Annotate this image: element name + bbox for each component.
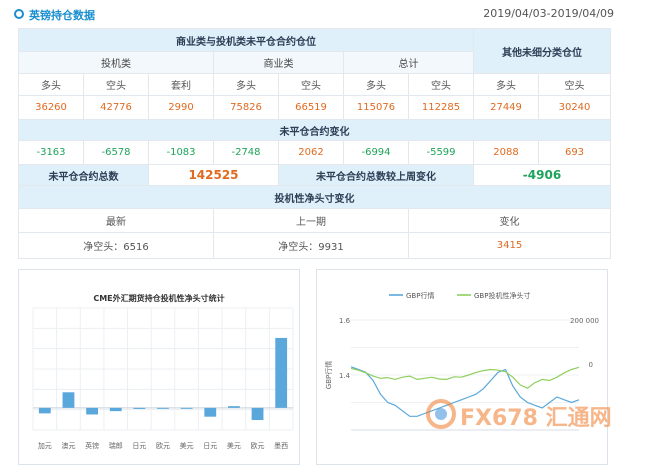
change-value: 3415: [408, 232, 611, 259]
change-value: -6578: [83, 140, 149, 165]
oi-total-value: 142525: [148, 164, 279, 186]
x-tick-label: 日元: [203, 442, 217, 450]
change-value: -2748: [213, 140, 279, 165]
position-value: 112285: [408, 95, 474, 120]
chart-bar: [109, 407, 122, 412]
change-value: -6994: [343, 140, 409, 165]
x-tick-label: 欧元: [156, 441, 170, 450]
x-tick-label: 澳元: [61, 441, 75, 450]
page-header: 英镑持仓数据 2019/04/03-2019/04/09: [14, 6, 614, 24]
position-value: 66519: [278, 95, 344, 120]
series-line: [350, 366, 580, 389]
col-short: 空头: [538, 73, 611, 96]
oi-change-value: -4906: [473, 164, 611, 186]
previous-label: 上一期: [213, 208, 409, 233]
change-value: -1083: [148, 140, 214, 165]
col-short: 空头: [83, 73, 149, 96]
change-header: 未平仓合约变化: [18, 119, 611, 141]
net-position-bar-chart: 加元 澳元 英镑 瑞郎 日元 欧元 美元 日元 美元 欧元 墨西: [32, 307, 294, 450]
gbp-line-chart: GBP行情 GBP投机性净头寸 1.6 1.4 200 000 0 GBP行情: [324, 291, 599, 431]
col-short: 空头: [408, 73, 474, 96]
total-header: 总计: [343, 51, 474, 74]
col-long: 多头: [343, 73, 409, 96]
col-arbitrage: 套利: [148, 73, 214, 96]
change-value: 693: [538, 140, 611, 165]
series-line: [350, 366, 580, 417]
legend-label: GBP行情: [406, 291, 434, 300]
gbp-line-chart-panel: GBP行情 GBP投机性净头寸 1.6 1.4 200 000 0 GBP行情: [316, 269, 608, 465]
chart-bar: [228, 406, 240, 408]
left-tick-label: 1.4: [339, 372, 351, 380]
right-tick-label: 200 000: [570, 317, 599, 325]
page: 英镑持仓数据 2019/04/03-2019/04/09 商业类与投机类未平仓合…: [0, 0, 645, 474]
previous-value: 净空头：9931: [213, 232, 409, 259]
page-title: 英镑持仓数据: [29, 9, 95, 22]
position-value: 36260: [18, 95, 84, 120]
change-value: -3163: [18, 140, 84, 165]
col-long: 多头: [473, 73, 539, 96]
right-tick-label: 0: [589, 361, 593, 369]
x-tick-label: 英镑: [85, 441, 99, 450]
net-position-header: 投机性净头寸变化: [18, 185, 611, 209]
latest-value: 净空头：6516: [18, 232, 214, 259]
left-tick-label: 1.6: [339, 317, 351, 325]
chart-bar: [86, 407, 98, 415]
chart-bar: [251, 407, 264, 421]
col-short: 空头: [278, 73, 344, 96]
legend-label: GBP投机性净头寸: [474, 291, 530, 300]
positions-table: 商业类与投机类未平仓合约仓位 其他未细分类仓位 投机类 商业类 总计 多头 空头…: [18, 28, 611, 259]
other-header: 其他未细分类仓位: [473, 28, 611, 74]
x-tick-label: 墨西: [274, 442, 288, 450]
chart-bar: [38, 407, 51, 414]
speculative-header: 投机类: [18, 51, 214, 74]
x-tick-label: 加元: [38, 441, 52, 450]
col-long: 多头: [18, 73, 84, 96]
chart-bar: [180, 407, 193, 409]
chart-bar: [133, 407, 146, 409]
commercial-header: 商业类: [213, 51, 344, 74]
chart-bar: [62, 392, 75, 408]
chart-bar: [204, 407, 217, 417]
change-value: 2088: [473, 140, 539, 165]
change-label: 变化: [408, 208, 611, 233]
net-position-chart-panel: CME外汇期货持仓投机性净头寸统计 加元 澳元 英镑 瑞郎 日元 欧元 美元 日元 美元 欧元 墨西: [18, 269, 300, 465]
position-value: 27449: [473, 95, 539, 120]
circle-icon: [14, 9, 24, 19]
date-range: 2019/04/03-2019/04/09: [483, 7, 614, 20]
change-value: -5599: [408, 140, 474, 165]
position-value: 42776: [83, 95, 149, 120]
x-tick-label: 美元: [180, 441, 194, 450]
change-value: 2062: [278, 140, 344, 165]
position-value: 2990: [148, 95, 214, 120]
x-tick-label: 日元: [132, 442, 146, 450]
col-long: 多头: [213, 73, 279, 96]
oi-change-label: 未平仓合约总数较上周变化: [278, 164, 474, 186]
y-axis-label: GBP行情: [324, 361, 333, 389]
x-tick-label: 美元: [227, 441, 241, 450]
x-tick-label: 瑞郎: [109, 441, 123, 450]
position-value: 30240: [538, 95, 611, 120]
position-value: 115076: [343, 95, 409, 120]
group-header: 商业类与投机类未平仓合约仓位: [18, 28, 474, 52]
chart-bar: [157, 407, 169, 409]
x-tick-label: 欧元: [251, 441, 265, 450]
position-value: 75826: [213, 95, 279, 120]
chart-bar: [275, 337, 288, 408]
latest-label: 最新: [18, 208, 214, 233]
oi-total-label: 未平仓合约总数: [18, 164, 149, 186]
